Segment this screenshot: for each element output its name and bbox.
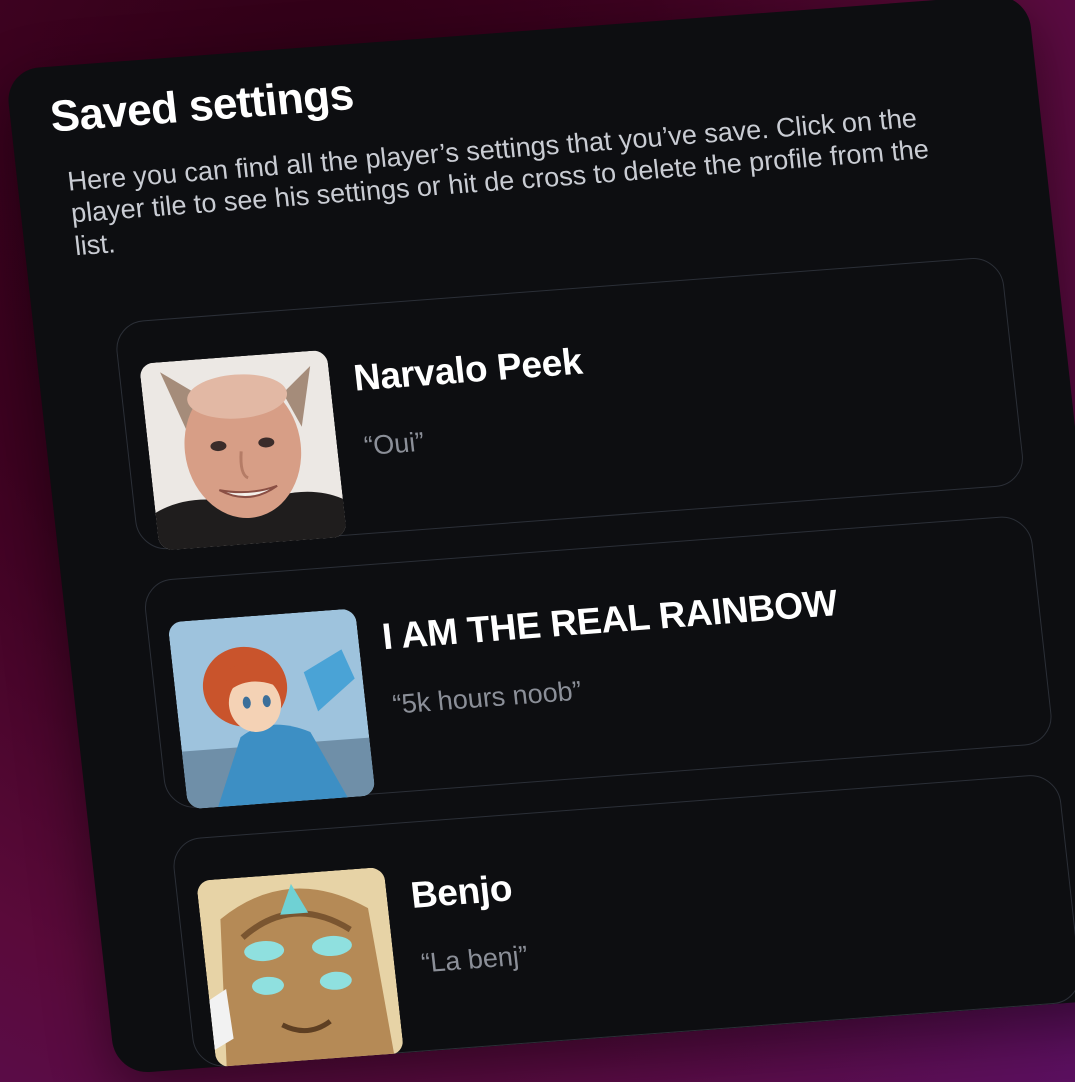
player-avatar [138, 349, 348, 551]
player-tile[interactable]: Narvalo Peek “Oui” [113, 255, 1027, 552]
man-with-cat-ears-icon [138, 349, 348, 551]
player-list: Narvalo Peek “Oui” I AM THE REAL RAINBOW… [113, 255, 1075, 1075]
player-name: I AM THE REAL RAINBOW [380, 582, 840, 658]
stage: Saved settings Here you can find all the… [0, 0, 1075, 1082]
player-quote: “La benj” [419, 940, 530, 979]
anime-girl-icon [167, 608, 376, 810]
player-tile[interactable]: Benjo “La benj” [170, 773, 1075, 1069]
player-quote: “5k hours noob” [391, 675, 584, 720]
player-name: Benjo [408, 867, 515, 916]
player-quote: “Oui” [362, 426, 426, 462]
player-name: Narvalo Peek [351, 340, 585, 399]
saved-settings-panel: Saved settings Here you can find all the… [5, 0, 1075, 1075]
player-avatar [196, 866, 405, 1068]
panel-title: Saved settings [47, 70, 356, 142]
wooden-mask-icon [196, 866, 405, 1068]
player-tile[interactable]: I AM THE REAL RAINBOW “5k hours noob” [141, 514, 1055, 810]
player-avatar [167, 608, 376, 810]
